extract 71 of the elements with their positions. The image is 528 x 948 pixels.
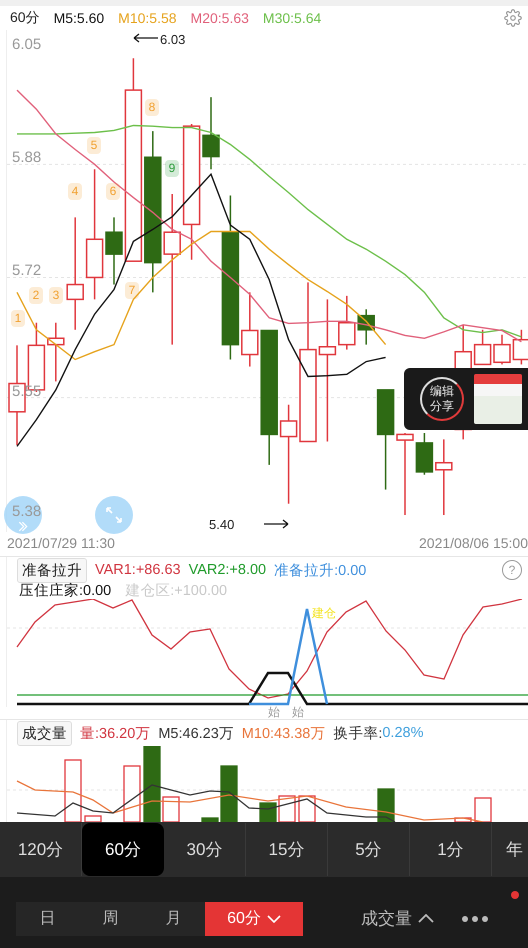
sequence-counter: 2 [29,287,43,304]
period-tab[interactable]: 1分 [410,823,492,876]
moving-average-value: M30:5.64 [262,10,322,26]
period-tab[interactable]: 15分 [246,823,328,876]
sequence-counter: 5 [87,137,101,154]
signal-label: 始 [292,706,304,718]
volume-bar [259,802,277,822]
volume-bar [474,797,492,822]
indicator-value: 压住庄家:0.00 [19,583,112,599]
high-price-label: 6.03 [160,33,186,46]
end-date-label: 2021/08/06 15:00 [419,535,528,551]
candlestick [416,433,434,475]
volume-value: M10:43.38万 [242,724,326,742]
collapse-button[interactable] [4,496,42,534]
chart-type-tab[interactable]: 月 [142,902,205,936]
settings-icon[interactable] [504,9,522,27]
signal-label: 始 [268,706,280,718]
volume-value: M5:46.23万 [158,724,234,742]
moving-average-value: M20:5.63 [190,10,249,26]
indicator-selector[interactable]: 准备拉升 [17,558,87,582]
volume-bar [298,795,316,822]
turnover-label: 换手率: [333,724,382,742]
expand-icon [104,505,124,525]
double-chevron-icon [17,521,29,532]
indicator-value: VAR1:+86.63 [95,562,181,578]
sequence-counter: 7 [125,282,139,299]
signal-label: 建仓 [312,607,336,619]
chevron-up-icon [418,914,434,923]
price-axis-label: 5.38 [12,504,42,519]
volume-bar [278,795,296,822]
edit-share-button[interactable]: 编辑 分享 [420,377,464,421]
start-date-label: 2021/07/29 11:30 [7,535,115,551]
volume-bar [377,788,395,822]
price-axis-label: 6.05 [12,37,42,52]
volume-value: 量:36.20万 [80,724,150,742]
candlestick [493,334,511,364]
chart-type-tab[interactable]: 日 [16,902,79,936]
moving-average-value: M5:5.60 [54,10,104,26]
chevron-down-icon [266,914,281,922]
candlestick [105,217,123,285]
indicator-menu-button[interactable]: 成交量 [361,907,434,930]
screenshot-thumbnail[interactable] [474,374,522,424]
indicator-value: VAR2:+8.00 [188,562,266,578]
period-tab[interactable]: 60分 [82,823,164,876]
fullscreen-button[interactable] [95,496,133,534]
sequence-counter: 9 [165,160,179,177]
more-button[interactable] [462,916,488,922]
indicator-value: 准备拉升:0.00 [274,562,366,580]
volume-bar [123,765,141,822]
price-axis-label: 5.88 [12,150,42,166]
low-arrow-icon [263,519,289,529]
candlestick [474,330,492,366]
price-axis-label: 5.72 [12,263,42,278]
high-arrow-icon [133,33,159,43]
sequence-counter: 1 [11,310,25,327]
period-tab[interactable]: 30分 [164,823,246,876]
sequence-counter: 8 [145,99,159,116]
period-label: 60分 [10,9,40,27]
turnover-value: 0.28% [382,725,424,741]
low-price-label: 5.40 [209,518,234,531]
volume-bar [64,759,82,822]
sequence-counter: 3 [49,287,63,304]
sequence-counter: 6 [106,183,120,200]
period-tab[interactable]: 5分 [328,823,410,876]
sequence-counter: 4 [68,183,82,200]
indicator-selector[interactable]: 成交量 [17,720,72,746]
moving-average-value: M10:5.58 [118,10,177,26]
chart-type-tab[interactable]: 周 [79,902,142,936]
chart-type-tab[interactable]: 60分 [205,902,303,936]
notification-dot [511,891,519,899]
period-tab[interactable]: 年 [506,823,523,876]
